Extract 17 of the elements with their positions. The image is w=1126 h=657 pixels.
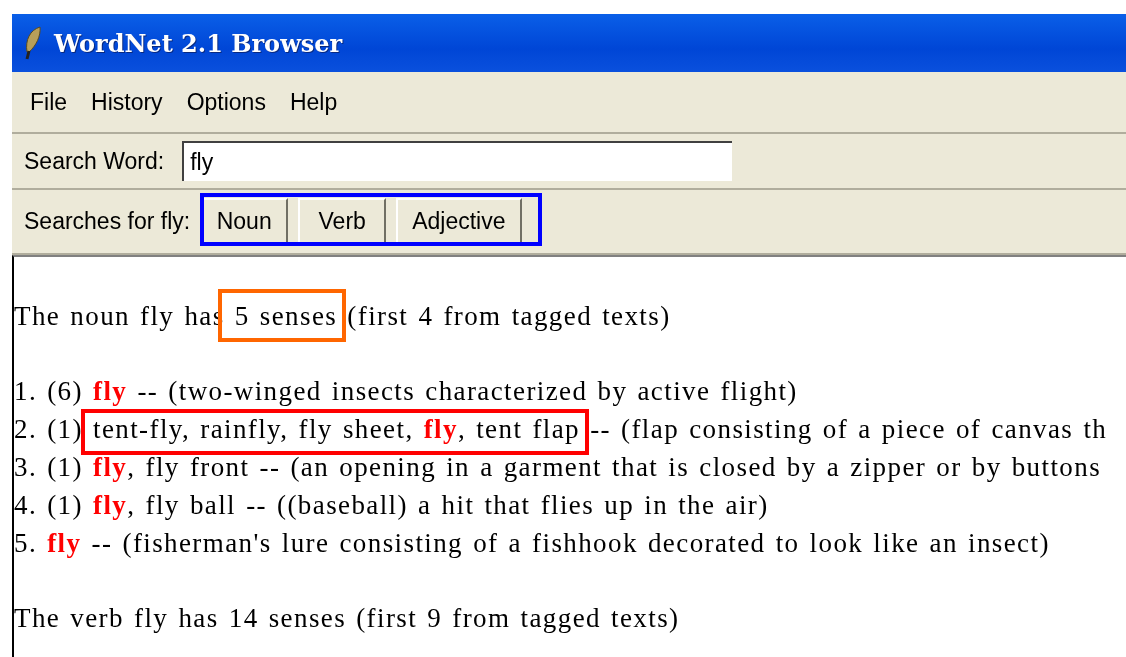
search-button[interactable]: Adjective xyxy=(396,198,522,245)
sense-line: 4. (1) fly, fly ball -- ((baseball) a hit that flies up in the air) xyxy=(14,489,770,522)
menu-item[interactable]: History xyxy=(79,88,175,116)
searches-label: Searches for fly: xyxy=(24,208,191,235)
search-field[interactable]: fly xyxy=(182,141,733,181)
window-title: WordNet 2.1 Browser xyxy=(54,28,343,58)
menu-item[interactable]: Help xyxy=(277,88,350,116)
search-label: Search Word: xyxy=(24,147,165,175)
sense-line: 3. (1) fly, fly front -- (an opening in a garment that is closed by a zipper or by buttons xyxy=(14,451,1103,484)
menu-item[interactable]: File xyxy=(18,88,80,116)
sense-line: 1. (6) fly -- (two-winged insects characterized by active flight) xyxy=(14,375,799,408)
menu-item[interactable]: Options xyxy=(174,88,278,116)
sense-line: 5. fly -- (fisherman's lure consisting of a fishhook decorated to look like an insect) xyxy=(14,527,1051,560)
sense-count: The verb fly has 14 senses (first 9 from tagged texts) xyxy=(14,602,681,635)
search-button[interactable]: Verb xyxy=(298,198,387,245)
sense-line: 2. (1) tent-fly, rainfly, fly sheet, fly, tent flap -- (flap consisting of a piece of canvas th xyxy=(14,413,1109,446)
feather-icon xyxy=(24,26,42,60)
